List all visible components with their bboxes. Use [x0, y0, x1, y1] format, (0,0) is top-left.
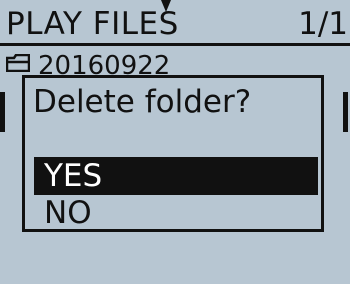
header-divider [0, 43, 350, 46]
folder-list-item[interactable]: 20160922 [6, 50, 346, 78]
page-indicator: 1/1 [298, 6, 348, 42]
no-option-label: NO [44, 195, 92, 231]
delete-folder-dialog: Delete folder? YES NO [22, 75, 324, 232]
yes-option-label: YES [44, 158, 103, 194]
list-scroll-marker-left [0, 92, 5, 132]
folder-icon [6, 53, 31, 73]
play-files-screen: PLAY FILES 1/1 20160922 Delete folder? Y… [0, 0, 350, 284]
yes-option[interactable]: YES [34, 157, 318, 195]
dialog-message: Delete folder? [33, 84, 252, 120]
screen-title: PLAY FILES [6, 6, 179, 42]
no-option[interactable]: NO [34, 195, 318, 231]
list-scroll-marker-right [343, 92, 348, 132]
screen-header: PLAY FILES 1/1 [0, 0, 350, 44]
